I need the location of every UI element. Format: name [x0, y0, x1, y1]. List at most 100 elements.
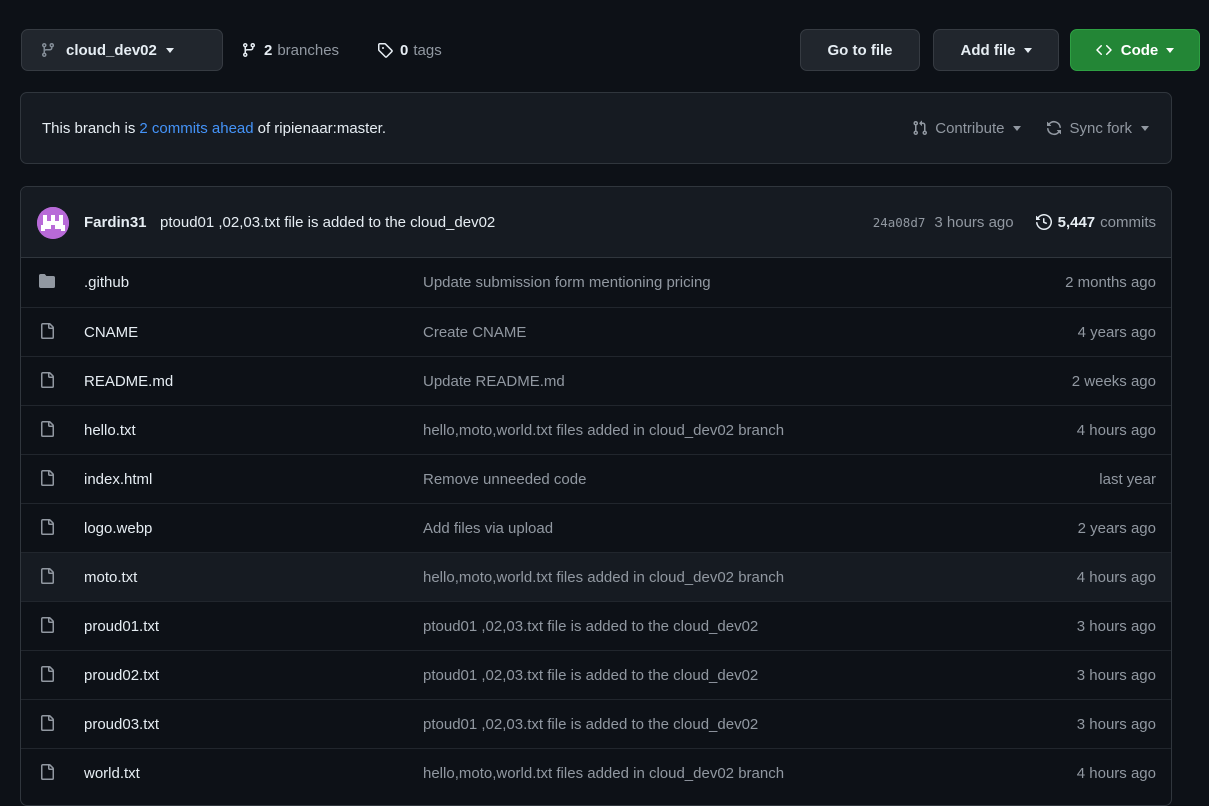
commits-ahead-link[interactable]: 2 commits ahead	[139, 120, 253, 137]
commit-count-label: commits	[1100, 213, 1156, 231]
latest-commit-header: Fardin31 ptoud01 ,02,03.txt file is adde…	[21, 187, 1171, 258]
chevron-down-icon	[1023, 47, 1032, 53]
file-commit-message[interactable]: Remove unneeded code	[423, 455, 586, 503]
branches-link[interactable]: 2 branches	[241, 29, 339, 71]
file-name[interactable]: README.md	[84, 357, 173, 405]
file-commit-message[interactable]: Update README.md	[423, 357, 565, 405]
file-row[interactable]: logo.webp Add files via upload 2 years a…	[21, 503, 1171, 552]
commit-meta: 24a08d7 3 hours ago 5,447 commits	[873, 187, 1171, 257]
file-commit-message[interactable]: hello,moto,world.txt files added in clou…	[423, 553, 784, 601]
file-name[interactable]: .github	[84, 258, 129, 306]
file-name[interactable]: moto.txt	[84, 553, 137, 601]
branch-ahead-banner: This branch is 2 commits ahead of ripien…	[20, 92, 1172, 164]
commit-author[interactable]: Fardin31	[84, 187, 147, 257]
go-to-file-button[interactable]: Go to file	[800, 29, 920, 71]
file-name[interactable]: CNAME	[84, 308, 138, 356]
file-name[interactable]: proud01.txt	[84, 602, 159, 650]
repo-toolbar: cloud_dev02 2 branches 0 tags Go to file…	[21, 29, 1200, 71]
file-commit-age: 3 hours ago	[1076, 617, 1156, 635]
sync-icon	[1046, 120, 1062, 136]
tags-label: tags	[413, 41, 442, 59]
sync-fork-label: Sync fork	[1069, 119, 1132, 137]
file-row[interactable]: proud03.txt ptoud01 ,02,03.txt file is a…	[21, 699, 1171, 748]
contribute-button[interactable]: Contribute	[912, 119, 1022, 137]
go-to-file-label: Go to file	[827, 41, 893, 59]
branches-label: branches	[277, 41, 340, 59]
branch-name: cloud_dev02	[66, 41, 157, 59]
file-commit-age: last year	[1099, 470, 1156, 488]
file-row[interactable]: README.md Update README.md 2 weeks ago	[21, 356, 1171, 405]
banner-suffix: of ripienaar:master.	[257, 119, 387, 137]
branch-select-button[interactable]: cloud_dev02	[21, 29, 223, 71]
history-clock-icon	[1035, 214, 1052, 230]
file-name[interactable]: world.txt	[84, 749, 140, 797]
file-name[interactable]: proud02.txt	[84, 651, 159, 699]
code-button[interactable]: Code	[1070, 29, 1200, 71]
file-row[interactable]: moto.txt hello,moto,world.txt files adde…	[21, 552, 1171, 601]
chevron-down-icon	[1013, 125, 1022, 131]
add-file-label: Add file	[960, 41, 1016, 59]
file-icon	[39, 323, 55, 339]
tags-count: 0	[400, 41, 409, 59]
file-commit-message[interactable]: Update submission form mentioning pricin…	[423, 258, 711, 306]
file-rows: .github Update submission form mentionin…	[21, 258, 1171, 797]
file-commit-message[interactable]: ptoud01 ,02,03.txt file is added to the …	[423, 651, 758, 699]
banner-actions: Contribute Sync fork	[912, 93, 1171, 163]
banner-prefix: This branch is	[42, 119, 136, 137]
file-icon	[39, 421, 55, 437]
file-icon	[39, 372, 55, 388]
sync-fork-button[interactable]: Sync fork	[1046, 120, 1149, 137]
file-commit-age: 4 hours ago	[1076, 421, 1156, 439]
file-row[interactable]: proud02.txt ptoud01 ,02,03.txt file is a…	[21, 650, 1171, 699]
tags-link[interactable]: 0 tags	[377, 29, 442, 71]
file-row[interactable]: proud01.txt ptoud01 ,02,03.txt file is a…	[21, 601, 1171, 650]
file-name[interactable]: proud03.txt	[84, 700, 159, 748]
chevron-down-icon	[1166, 47, 1175, 53]
file-commit-message[interactable]: Create CNAME	[423, 308, 526, 356]
file-icon	[39, 666, 55, 682]
file-row[interactable]: .github Update submission form mentionin…	[21, 258, 1171, 307]
file-commit-message[interactable]: ptoud01 ,02,03.txt file is added to the …	[423, 602, 758, 650]
file-commit-message[interactable]: ptoud01 ,02,03.txt file is added to the …	[423, 700, 758, 748]
file-icon	[39, 764, 55, 780]
file-icon	[39, 519, 55, 535]
commit-sha[interactable]: 24a08d7	[873, 215, 926, 230]
file-name[interactable]: hello.txt	[84, 406, 136, 454]
file-commit-age: 2 weeks ago	[1071, 372, 1156, 390]
file-commit-message[interactable]: Add files via upload	[423, 504, 553, 552]
file-commit-age: 2 months ago	[1065, 273, 1156, 291]
file-commit-message[interactable]: hello,moto,world.txt files added in clou…	[423, 406, 784, 454]
file-commit-age: 4 hours ago	[1076, 568, 1156, 586]
file-row[interactable]: index.html Remove unneeded code last yea…	[21, 454, 1171, 503]
folder-icon	[39, 273, 55, 289]
chevron-down-icon	[1141, 125, 1149, 131]
file-icon	[39, 568, 55, 584]
file-commit-age: 3 hours ago	[1076, 715, 1156, 733]
add-file-button[interactable]: Add file	[933, 29, 1059, 71]
file-listing: Fardin31 ptoud01 ,02,03.txt file is adde…	[20, 186, 1172, 806]
file-commit-message[interactable]: hello,moto,world.txt files added in clou…	[423, 749, 784, 797]
code-brackets-icon	[1096, 42, 1112, 58]
file-icon	[39, 470, 55, 486]
chevron-down-icon	[165, 47, 174, 53]
branches-count: 2	[264, 41, 273, 59]
code-label: Code	[1120, 41, 1159, 59]
file-name[interactable]: logo.webp	[84, 504, 152, 552]
avatar[interactable]	[37, 207, 69, 239]
file-row[interactable]: world.txt hello,moto,world.txt files add…	[21, 748, 1171, 797]
tag-icon	[377, 42, 393, 58]
git-pull-request-icon	[912, 120, 928, 136]
file-name[interactable]: index.html	[84, 455, 152, 503]
file-commit-age: 4 hours ago	[1076, 764, 1156, 782]
file-commit-age: 3 hours ago	[1076, 666, 1156, 684]
commits-history-link[interactable]: 5,447 commits	[1035, 213, 1156, 231]
file-row[interactable]: hello.txt hello,moto,world.txt files add…	[21, 405, 1171, 454]
file-row[interactable]: CNAME Create CNAME 4 years ago	[21, 307, 1171, 356]
file-commit-age: 4 years ago	[1077, 323, 1156, 341]
commit-message[interactable]: ptoud01 ,02,03.txt file is added to the …	[160, 187, 495, 257]
git-branch-icon	[40, 42, 56, 58]
commit-count: 5,447	[1057, 213, 1096, 231]
file-commit-age: 2 years ago	[1077, 519, 1156, 537]
file-icon	[39, 617, 55, 633]
contribute-label: Contribute	[935, 119, 1005, 137]
